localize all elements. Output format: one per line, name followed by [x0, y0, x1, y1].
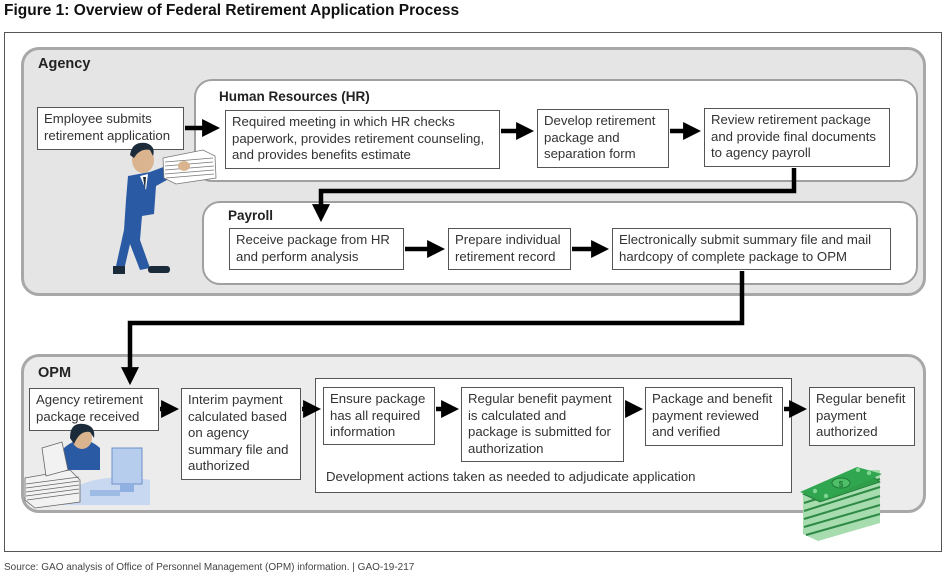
man-with-papers-icon	[113, 142, 217, 274]
money-stack-icon: $	[800, 467, 882, 541]
connectors-and-illustrations: $	[24, 119, 882, 541]
arrow-hr-to-payroll	[312, 168, 797, 223]
svg-text:$: $	[839, 480, 844, 489]
woman-at-desk-icon	[24, 423, 150, 509]
arrow-payroll-to-opm	[121, 271, 745, 386]
